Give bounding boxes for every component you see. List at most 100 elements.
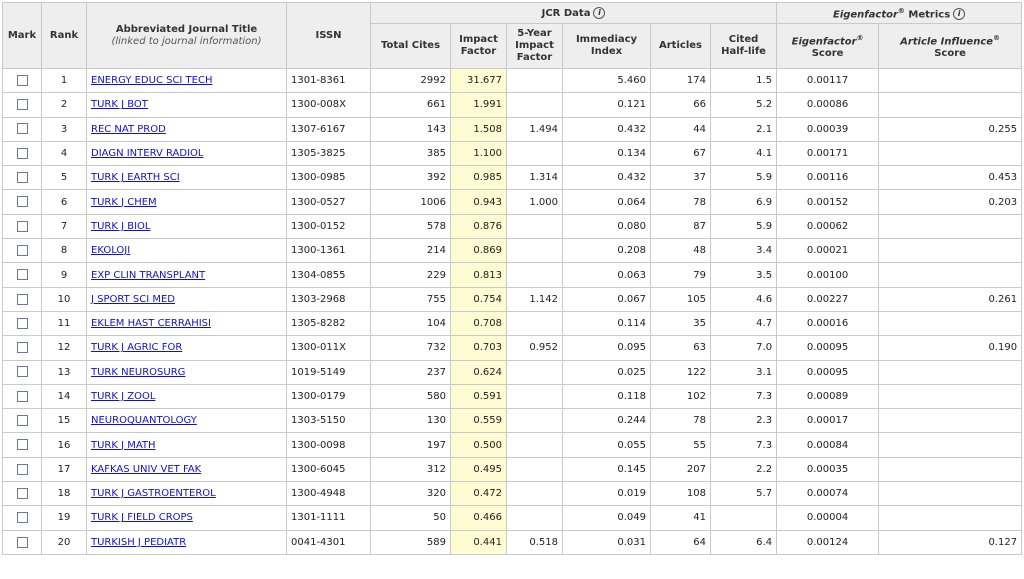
journal-title-link[interactable]: ENERGY EDUC SCI TECH xyxy=(91,75,213,86)
article-influence-cell xyxy=(878,408,1023,434)
rank-cell: 18 xyxy=(41,481,87,507)
journal-title-link[interactable]: TURK J FIELD CROPS xyxy=(91,512,193,523)
articles-cell: 55 xyxy=(650,432,711,458)
cited-half-life-cell: 2.1 xyxy=(709,116,778,142)
mark-checkbox[interactable] xyxy=(16,512,28,524)
header-eigen-label: Eigenfactor xyxy=(832,9,898,21)
journal-title-link[interactable]: TURK J BOT xyxy=(91,99,148,110)
header-eigenfactor-score: Eigenfactor® Score xyxy=(776,23,880,69)
article-influence-cell xyxy=(878,505,1023,531)
journal-title-link[interactable]: REC NAT PROD xyxy=(91,124,166,135)
table-row: 3 REC NAT PROD 1307-6167 143 1.508 1.494 0.432… xyxy=(2,116,1023,142)
immediacy-index-cell: 0.095 xyxy=(562,335,651,361)
impact-factor-cell: 0.943 xyxy=(450,189,507,215)
journal-title-link[interactable]: TURK J AGRIC FOR xyxy=(91,342,182,353)
rank-cell: 20 xyxy=(41,529,87,555)
eigenfactor-score-cell: 0.00116 xyxy=(776,165,880,191)
rank-cell: 11 xyxy=(41,310,87,337)
mark-checkbox[interactable] xyxy=(16,536,28,548)
eigenfactor-score-cell: 0.00171 xyxy=(776,140,880,167)
mark-cell xyxy=(2,335,42,361)
journal-title-link[interactable]: DIAGN INTERV RADIOL xyxy=(91,148,203,159)
mark-checkbox[interactable] xyxy=(16,487,28,499)
immediacy-index-cell: 0.118 xyxy=(562,383,651,410)
mark-checkbox[interactable] xyxy=(16,74,28,86)
mark-checkbox[interactable] xyxy=(16,123,28,135)
mark-checkbox[interactable] xyxy=(16,99,28,111)
info-icon[interactable]: i xyxy=(593,6,606,19)
journal-title-link[interactable]: TURK J GASTROENTEROL xyxy=(91,488,216,499)
mark-checkbox[interactable] xyxy=(16,196,28,208)
table-row: 2 TURK J BOT 1300-008X 661 1.991 0.121 66 5.2 0.… xyxy=(2,92,1023,118)
mark-checkbox[interactable] xyxy=(16,317,28,329)
impact-factor-cell: 0.500 xyxy=(450,432,507,458)
journal-title-link[interactable]: J SPORT SCI MED xyxy=(91,294,175,305)
journal-title-link[interactable]: NEUROQUANTOLOGY xyxy=(91,415,197,426)
issn-cell: 1300-0152 xyxy=(286,213,371,240)
mark-checkbox[interactable] xyxy=(16,220,28,232)
mark-checkbox[interactable] xyxy=(16,390,28,402)
five-year-impact-cell xyxy=(506,481,563,507)
journal-title-link[interactable]: EXP CLIN TRANSPLANT xyxy=(91,270,205,281)
journal-title-link[interactable]: TURK J CHEM xyxy=(91,197,157,208)
total-cites-cell: 392 xyxy=(370,165,451,191)
cited-half-life-cell: 5.2 xyxy=(709,92,778,118)
issn-cell: 1300-1361 xyxy=(286,238,371,264)
five-year-impact-cell xyxy=(506,456,563,483)
impact-factor-cell: 1.991 xyxy=(450,92,507,118)
impact-factor-cell: 0.869 xyxy=(450,238,507,264)
info-icon[interactable]: i xyxy=(953,8,966,21)
immediacy-index-cell: 0.432 xyxy=(562,116,651,142)
five-year-impact-cell xyxy=(506,408,563,434)
journal-title-cell: DIAGN INTERV RADIOL xyxy=(86,140,287,167)
mark-checkbox[interactable] xyxy=(16,463,28,475)
mark-cell xyxy=(2,67,42,94)
mark-checkbox[interactable] xyxy=(16,415,28,427)
journal-title-link[interactable]: EKOLOJI xyxy=(91,245,130,256)
journal-title-link[interactable]: TURK J EARTH SCI xyxy=(91,172,180,183)
total-cites-cell: 104 xyxy=(370,310,451,337)
immediacy-index-cell: 0.025 xyxy=(562,359,651,385)
journal-title-link[interactable]: EKLEM HAST CERRAHISI xyxy=(91,318,211,329)
header-five-year-line1: 5-Year xyxy=(517,28,552,39)
mark-cell xyxy=(2,432,42,458)
journal-title-link[interactable]: TURKISH J PEDIATR xyxy=(91,537,186,548)
journal-title-cell: TURK NEUROSURG xyxy=(86,359,287,385)
journal-title-link[interactable]: KAFKAS UNIV VET FAK xyxy=(91,464,201,475)
mark-checkbox[interactable] xyxy=(16,342,28,354)
mark-checkbox[interactable] xyxy=(16,293,28,305)
journal-title-link[interactable]: TURK J ZOOL xyxy=(91,391,155,402)
immediacy-index-cell: 0.134 xyxy=(562,140,651,167)
header-jcr-label: JCR Data xyxy=(541,7,591,19)
journal-title-cell: EKOLOJI xyxy=(86,238,287,264)
journal-title-cell: TURKISH J PEDIATR xyxy=(86,529,287,555)
header-immediacy-line2: Index xyxy=(590,46,623,57)
article-influence-cell xyxy=(878,262,1023,288)
articles-cell: 48 xyxy=(650,238,711,264)
total-cites-cell: 661 xyxy=(370,92,451,118)
journal-title-cell: TURK J ZOOL xyxy=(86,383,287,410)
cited-half-life-cell: 3.4 xyxy=(709,238,778,264)
journal-title-link[interactable]: TURK J BIOL xyxy=(91,221,151,232)
mark-checkbox[interactable] xyxy=(16,172,28,184)
journal-title-link[interactable]: TURK J MATH xyxy=(91,440,156,451)
mark-checkbox[interactable] xyxy=(16,269,28,281)
mark-checkbox[interactable] xyxy=(16,366,28,378)
mark-cell xyxy=(2,310,42,337)
mark-checkbox[interactable] xyxy=(16,244,28,256)
eigenfactor-score-cell: 0.00095 xyxy=(776,335,880,361)
mark-checkbox[interactable] xyxy=(16,439,28,451)
header-title-label: Abbreviated Journal Title xyxy=(115,23,258,35)
rank-cell: 15 xyxy=(41,408,87,434)
total-cites-cell: 320 xyxy=(370,481,451,507)
journal-title-link[interactable]: TURK NEUROSURG xyxy=(91,367,185,378)
rank-cell: 16 xyxy=(41,432,87,458)
mark-checkbox[interactable] xyxy=(16,147,28,159)
immediacy-index-cell: 0.208 xyxy=(562,238,651,264)
rank-cell: 4 xyxy=(41,140,87,167)
impact-factor-cell: 0.472 xyxy=(450,481,507,507)
article-influence-cell xyxy=(878,238,1023,264)
article-influence-cell: 0.203 xyxy=(878,189,1023,215)
rank-cell: 13 xyxy=(41,359,87,385)
mark-cell xyxy=(2,481,42,507)
